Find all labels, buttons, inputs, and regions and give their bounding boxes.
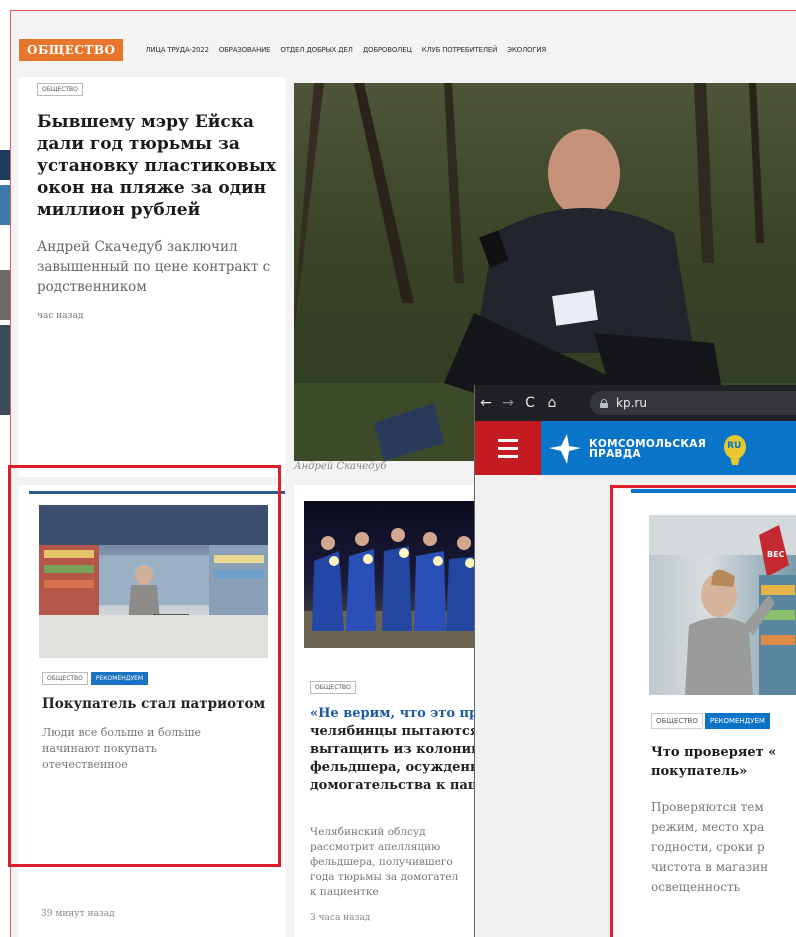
browser-toolbar: ← → C ⌂ kp.ru (475, 385, 796, 421)
headline-line-3: вытащить из колонии (310, 742, 481, 757)
mobile-card-headline[interactable]: Что проверяет « покупатель» (651, 743, 796, 781)
hamburger-menu-button[interactable] (475, 421, 541, 475)
section-nav: ОБЩЕСТВО ЛИЦА ТРУДА-2022 ОБРАЗОВАНИЕ ОТД… (19, 39, 546, 61)
section-tag-ekologiya[interactable]: ЭКОЛОГИЯ (507, 46, 546, 54)
category-tag[interactable]: ОБЩЕСТВО (651, 713, 703, 729)
recommend-tag[interactable]: РЕКОМЕНДУЕМ (704, 713, 770, 729)
url-text: kp.ru (616, 396, 647, 410)
summary-line-4: чистота в магазин (651, 860, 769, 874)
forward-button[interactable]: → (497, 395, 519, 411)
supermarket-photo[interactable] (39, 505, 268, 658)
section-tag-lica-truda[interactable]: ЛИЦА ТРУДА-2022 (145, 46, 209, 54)
recommend-tag[interactable]: РЕКОМЕНДУЕМ (90, 672, 149, 685)
ru-badge-label: RU (727, 441, 742, 451)
lead-summary: Андрей Скачедуб заключил завышенный по ц… (37, 239, 271, 295)
sparklers-illustration (304, 528, 484, 648)
back-button[interactable]: ← (475, 395, 497, 411)
lead-headline[interactable]: Бывшему мэру Ейска дали год тюрьмы за ус… (37, 111, 281, 221)
summary-line-1: Проверяются тем (651, 800, 764, 814)
category-tag[interactable]: ОБЩЕСТВО (42, 672, 88, 685)
summary-line-1: Челябинский облсуд (310, 826, 426, 838)
section-tag-obrazovanie[interactable]: ОБРАЗОВАНИЕ (219, 46, 271, 54)
section-tag-dobrovolec[interactable]: ДОБРОВОЛЕЦ (363, 46, 412, 54)
section-tag-otdel-dobryh-del[interactable]: ОТДЕЛ ДОБРЫХ ДЕЛ (280, 46, 353, 54)
card-tags: ОБЩЕСТВО РЕКОМЕНДУЕМ (42, 672, 149, 685)
summary-line-5: к пациентке (310, 886, 379, 898)
card-top-divider (29, 491, 285, 494)
mobile-card-summary: Проверяются тем режим, место хра годност… (651, 797, 796, 897)
section-badge[interactable]: ОБЩЕСТВО (19, 39, 124, 61)
kp-site-header: КОМСОМОЛЬСКАЯ ПРАВДА RU (475, 421, 796, 475)
summary-line-3: годности, сроки р (651, 840, 765, 854)
summary-line-2: режим, место хра (651, 820, 765, 834)
card-timestamp: 3 часа назад (310, 913, 371, 923)
summary-line-2: рассмотрит апелляцию (310, 841, 441, 853)
card-headline[interactable]: Покупатель стал патриотом (42, 695, 272, 713)
lock-icon (600, 398, 608, 408)
headline-line-1: «Не верим, что это пра (310, 706, 486, 721)
photo-caption: Андрей Скачедуб (294, 461, 387, 472)
section-tag-list: ЛИЦА ТРУДА-2022 ОБРАЗОВАНИЕ ОТДЕЛ ДОБРЫХ… (145, 46, 546, 54)
summary-line-3: фельдшера, получившего (310, 856, 453, 868)
logo-line-2: ПРАВДА (589, 448, 641, 460)
headline-line-4: фельдшера, осужденно (310, 760, 486, 775)
card-tags: ОБЩЕСТВО (310, 681, 356, 694)
shopper-illustration: ВЕС (649, 515, 796, 695)
article-card-patriot[interactable]: ОБЩЕСТВО РЕКОМЕНДУЕМ Покупатель стал пат… (19, 485, 285, 937)
home-button[interactable]: ⌂ (541, 395, 563, 411)
category-tag[interactable]: ОБЩЕСТВО (310, 681, 356, 694)
address-bar[interactable]: kp.ru (590, 391, 796, 415)
lead-category-tag[interactable]: ОБЩЕСТВО (37, 83, 83, 96)
headline-line-5: домогательства к паци (310, 778, 486, 793)
card-summary: Люди все больше и больше начинают покупа… (42, 726, 201, 771)
card-summary: Челябинский облсуд рассмотрит апелляцию … (310, 825, 486, 900)
mobile-card-tags: ОБЩЕСТВО РЕКОМЕНДУЕМ (651, 713, 770, 729)
mobile-card-top-divider (631, 489, 796, 493)
reload-button[interactable]: C (519, 395, 541, 411)
article-card-chelyabinsk[interactable]: ОБЩЕСТВО «Не верим, что это пра челябинц… (294, 485, 486, 937)
mobile-article-card[interactable]: ВЕС ОБЩЕСТВО РЕКОМЕНДУЕМ Что проверяет «… (611, 489, 796, 937)
headline-line-2: челябинцы пытаются (310, 724, 480, 739)
headline-line-1: Что проверяет « (651, 745, 777, 760)
supermarket-illustration (39, 505, 268, 658)
kp-logo[interactable]: КОМСОМОЛЬСКАЯ ПРАВДА RU (547, 433, 749, 465)
kp-star-icon (549, 434, 581, 464)
mobile-browser-window: ← → C ⌂ kp.ru КОМСОМОЛЬСКАЯ ПРАВДА RU ВЕ… (474, 385, 796, 937)
summary-line-4: года тюрьмы за домогател (310, 871, 459, 883)
card-timestamp: 39 минут назад (41, 909, 115, 919)
headline-line-2: покупатель» (651, 764, 748, 779)
background-page-edge (0, 0, 10, 937)
sparklers-photo[interactable] (304, 501, 484, 648)
lead-timestamp: час назад (37, 311, 84, 321)
shelf-sign-text: ВЕС (767, 550, 785, 559)
summary-line-5: освещенность (651, 880, 741, 894)
section-tag-klub-potrebiteley[interactable]: КЛУБ ПОТРЕБИТЕЛЕЙ (422, 46, 498, 54)
mobile-shopper-photo[interactable]: ВЕС (649, 515, 796, 695)
ru-badge-icon: RU (722, 433, 749, 465)
lead-article[interactable]: ОБЩЕСТВО Бывшему мэру Ейска дали год тюр… (19, 77, 285, 477)
card-headline[interactable]: «Не верим, что это пра челябинцы пытаютс… (310, 705, 486, 795)
